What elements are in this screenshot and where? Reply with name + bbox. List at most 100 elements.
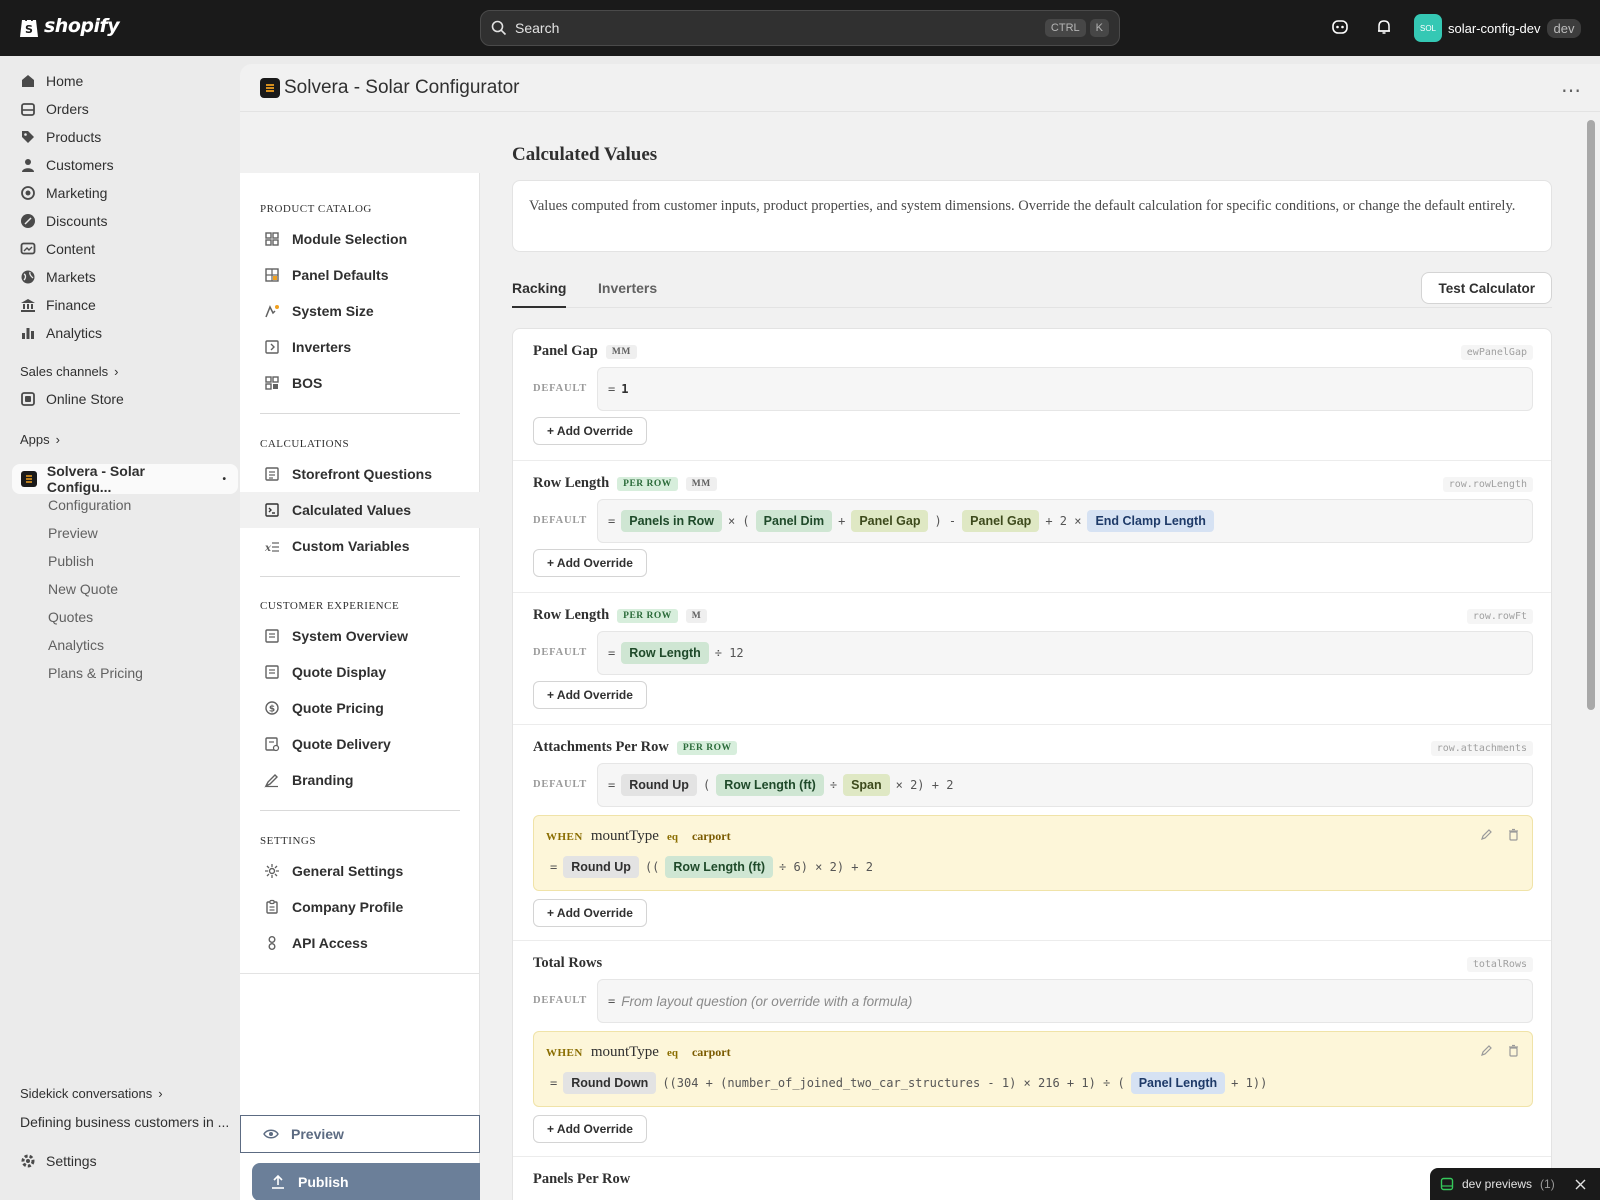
trash-icon[interactable] <box>1507 1044 1520 1057</box>
nav-discounts[interactable]: Discounts <box>20 213 107 229</box>
nav-sub-quotes[interactable]: Quotes <box>48 609 93 625</box>
override-formula[interactable]: = Round Down ((304 + (number_of_joined_t… <box>550 1072 1267 1094</box>
sidebar-item-calculated-values[interactable]: Calculated Values <box>240 492 480 528</box>
sidebar-item-system-overview[interactable]: System Overview <box>240 618 480 654</box>
variable-chip[interactable]: Panels in Row <box>621 510 722 532</box>
variable-chip[interactable]: End Clamp Length <box>1087 510 1214 532</box>
sidebar-item-quote-display[interactable]: Quote Display <box>240 654 480 690</box>
nav-finance[interactable]: Finance <box>20 297 96 313</box>
add-override-button[interactable]: + Add Override <box>533 417 647 445</box>
variable-chip[interactable]: Row Length <box>621 642 709 664</box>
override-condition: WHEN mountType eq carport = Round Up (( … <box>533 815 1533 891</box>
sidebar-item-panel-defaults[interactable]: Panel Defaults <box>240 257 480 293</box>
sidebar-item-inverters[interactable]: Inverters <box>240 329 480 365</box>
person-icon <box>22 159 34 172</box>
more-actions-icon[interactable]: ⋯ <box>1561 78 1582 103</box>
nav-products[interactable]: Products <box>20 129 101 145</box>
sidebar-item-system-size[interactable]: System Size <box>240 293 480 329</box>
sidebar-item-quote-delivery[interactable]: Quote Delivery <box>240 726 480 762</box>
sidebar-item-module-selection[interactable]: Module Selection <box>240 221 480 257</box>
search-input[interactable]: Search CTRL K <box>480 10 1120 46</box>
variable-chip[interactable]: Panel Dim <box>755 510 833 532</box>
sidekick-conversation-item[interactable]: Defining business customers in ... <box>20 1114 229 1130</box>
add-override-button[interactable]: + Add Override <box>533 1115 647 1143</box>
nav-sub-configuration[interactable]: Configuration <box>48 497 131 513</box>
default-formula-field[interactable]: = Row Length ÷ 12 <box>597 631 1533 675</box>
tab-inverters[interactable]: Inverters <box>598 280 657 296</box>
dollar-icon: $ <box>265 701 279 715</box>
nav-content[interactable]: Content <box>20 241 95 257</box>
sidebar-item-bos[interactable]: BOS <box>240 365 480 401</box>
function-chip[interactable]: Round Up <box>621 774 697 796</box>
override-formula[interactable]: = Round Up (( Row Length (ft) ÷ 6) × 2) … <box>550 856 873 878</box>
toast-label: dev previews <box>1462 1177 1533 1191</box>
edit-icon[interactable] <box>1480 828 1493 841</box>
calc-key: row.rowLength <box>1442 477 1533 492</box>
function-chip[interactable]: Round Up <box>563 856 639 878</box>
dev-previews-toast[interactable]: dev previews (1) <box>1430 1168 1600 1200</box>
close-icon[interactable] <box>1575 1179 1586 1190</box>
doc-icon <box>265 629 279 643</box>
nav-marketing[interactable]: Marketing <box>20 185 107 201</box>
doc-icon <box>265 665 279 679</box>
nav-online-store[interactable]: Online Store <box>20 391 124 407</box>
variable-chip[interactable]: Panel Gap <box>851 510 929 532</box>
nav-sub-analytics[interactable]: Analytics <box>48 637 104 653</box>
publish-button[interactable]: Publish <box>252 1163 480 1200</box>
trash-icon[interactable] <box>1507 828 1520 841</box>
variable-chip[interactable]: Span <box>843 774 890 796</box>
variable-chip[interactable]: Row Length (ft) <box>665 856 774 878</box>
sales-channels-label: Sales channels <box>20 364 109 379</box>
variable-chip[interactable]: Row Length (ft) <box>716 774 824 796</box>
function-chip[interactable]: Round Down <box>563 1072 657 1094</box>
tab-racking[interactable]: Racking <box>512 280 566 296</box>
default-formula-field[interactable]: = Round Up ( Row Length (ft) ÷ Span × 2)… <box>597 763 1533 807</box>
add-override-button[interactable]: + Add Override <box>533 681 647 709</box>
nav-analytics[interactable]: Analytics <box>20 325 102 341</box>
edit-icon[interactable] <box>1480 1044 1493 1057</box>
variable-chip[interactable]: Panel Length <box>1130 1072 1226 1094</box>
sidebar-item-quote-pricing[interactable]: $ Quote Pricing <box>240 690 480 726</box>
sidebar-item-general-settings[interactable]: General Settings <box>240 853 480 889</box>
nav-customers[interactable]: Customers <box>20 157 114 173</box>
condition-header: WHEN mountType eq carport <box>546 1044 731 1061</box>
nav-orders[interactable]: Orders <box>20 101 89 117</box>
variable-chip[interactable]: Panel Gap <box>962 510 1040 532</box>
storefront-icon <box>21 392 35 406</box>
sidebar-item-custom-variables[interactable]: x Custom Variables <box>240 528 480 564</box>
sales-channels-header[interactable]: Sales channels › <box>20 364 119 379</box>
nav-markets[interactable]: Markets <box>20 269 96 285</box>
test-calculator-button[interactable]: Test Calculator <box>1421 272 1552 304</box>
add-override-button[interactable]: + Add Override <box>533 899 647 927</box>
nav-sub-publish[interactable]: Publish <box>48 553 94 569</box>
nav-active-app[interactable]: Solvera - Solar Configu... • <box>12 463 238 495</box>
nav-sub-new-quote[interactable]: New Quote <box>48 581 118 597</box>
apps-header[interactable]: Apps › <box>20 432 60 447</box>
nav-sub-preview[interactable]: Preview <box>48 525 98 541</box>
sidekick-icon[interactable] <box>1331 18 1349 36</box>
nav-home[interactable]: Home <box>20 73 83 89</box>
preview-button[interactable]: Preview <box>240 1115 480 1153</box>
default-formula-field[interactable]: = 1 <box>597 367 1533 411</box>
bell-icon[interactable] <box>1375 18 1393 36</box>
app-frame: Solvera - Solar Configurator ⋯ PRODUCT C… <box>240 64 1600 1200</box>
nav-settings[interactable]: Settings <box>20 1153 97 1169</box>
default-formula-field[interactable]: = Panels in Row × ( Panel Dim + Panel Ga… <box>597 499 1533 543</box>
shopify-logo[interactable]: S shopify <box>18 14 120 38</box>
sidebar-item-storefront-questions[interactable]: Storefront Questions <box>240 456 480 492</box>
sidebar-item-api-access[interactable]: API Access <box>240 925 480 961</box>
override-condition: WHEN mountType eq carport = Round Down (… <box>533 1031 1533 1107</box>
nav-sub-plans-pricing[interactable]: Plans & Pricing <box>48 665 143 681</box>
add-override-button[interactable]: + Add Override <box>533 549 647 577</box>
when-keyword: WHEN <box>546 830 583 843</box>
default-label: DEFAULT <box>533 515 588 526</box>
store-avatar: SOL <box>1414 14 1442 42</box>
sidekick-header[interactable]: Sidekick conversations › <box>20 1086 163 1101</box>
store-menu[interactable]: SOL solar-config-dev dev <box>1414 14 1582 42</box>
publish-label: Publish <box>298 1174 349 1190</box>
blocks-icon <box>265 376 279 390</box>
default-formula-field[interactable]: = From layout question (or override with… <box>597 979 1533 1023</box>
page-scrollbar[interactable] <box>1587 120 1595 710</box>
sidebar-item-branding[interactable]: Branding <box>240 762 480 798</box>
sidebar-item-company-profile[interactable]: Company Profile <box>240 889 480 925</box>
